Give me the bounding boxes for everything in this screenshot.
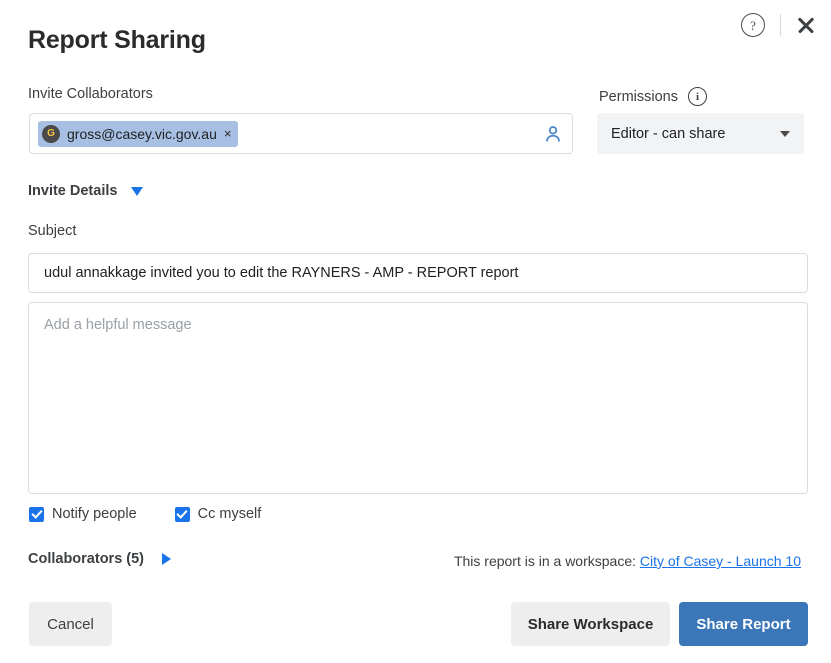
chevron-down-icon: [780, 130, 790, 137]
message-textarea[interactable]: [28, 302, 808, 494]
permissions-label-group: Permissions i: [599, 87, 707, 106]
notify-people-label: Notify people: [52, 506, 137, 522]
invite-collaborators-label: Invite Collaborators: [28, 86, 153, 102]
close-icon[interactable]: [795, 14, 817, 36]
triangle-down-icon: [131, 186, 144, 196]
info-icon[interactable]: i: [687, 87, 707, 106]
invite-collaborators-input[interactable]: G gross@casey.vic.gov.au ×: [29, 113, 573, 154]
permissions-selected-value: Editor - can share: [611, 125, 726, 142]
cc-myself-label: Cc myself: [197, 506, 262, 522]
share-workspace-button[interactable]: Share Workspace: [511, 602, 670, 646]
permissions-select[interactable]: Editor - can share: [597, 113, 804, 154]
subject-label: Subject: [28, 223, 77, 239]
workspace-note-prefix: This report is in a workspace:: [453, 553, 637, 569]
notification-options: Notify people Cc myself: [29, 506, 261, 522]
share-report-button[interactable]: Share Report: [679, 602, 808, 646]
notify-people-checkbox[interactable]: Notify people: [29, 506, 137, 522]
avatar: G: [42, 124, 60, 143]
workspace-note: This report is in a workspace: City of C…: [454, 553, 801, 569]
remove-recipient-icon[interactable]: ×: [224, 127, 232, 140]
help-circle-icon[interactable]: ?: [741, 13, 765, 37]
subject-input[interactable]: [28, 253, 808, 293]
invite-details-toggle[interactable]: Invite Details: [28, 183, 144, 199]
dialog-controls: ?: [741, 8, 817, 42]
toolbar-divider: [780, 14, 781, 36]
person-icon[interactable]: [542, 123, 564, 145]
invite-details-label: Invite Details: [28, 183, 118, 199]
recipient-email: gross@casey.vic.gov.au: [67, 125, 217, 142]
collaborators-label: Collaborators (5): [28, 551, 145, 567]
checkbox-checked-icon: [174, 506, 190, 522]
cancel-button[interactable]: Cancel: [29, 602, 112, 646]
triangle-right-icon: [162, 553, 172, 565]
cc-myself-checkbox[interactable]: Cc myself: [174, 506, 262, 522]
page-title: Report Sharing: [28, 26, 206, 54]
collaborators-toggle[interactable]: Collaborators (5): [28, 551, 172, 567]
workspace-link[interactable]: City of Casey - Launch 10: [640, 553, 801, 569]
permissions-label: Permissions: [599, 88, 678, 105]
checkbox-checked-icon: [29, 506, 44, 522]
recipient-chip[interactable]: G gross@casey.vic.gov.au ×: [38, 120, 239, 147]
